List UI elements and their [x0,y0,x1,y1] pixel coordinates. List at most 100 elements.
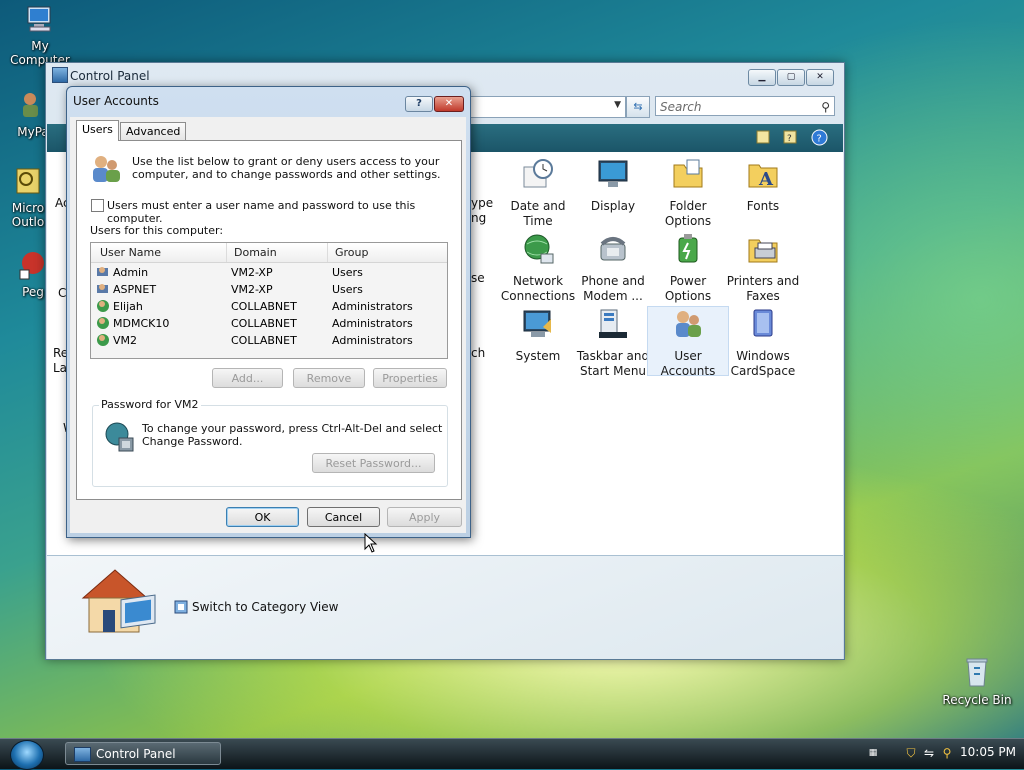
cp-item-label: Modem ... [583,289,643,303]
users-icon [93,156,120,182]
cp-item-printers-faxes[interactable]: Printers and Faxes [723,232,803,304]
svg-text:A: A [758,169,774,190]
cp-item-phone-modem[interactable]: Phone and Modem ... [573,232,653,304]
desktop-icon-outlook[interactable]: Micro Outlo [8,166,48,229]
table-row[interactable]: VM2 COLLABNET Administrators [91,332,447,349]
table-row[interactable]: MDMCK10 COLLABNET Administrators [91,315,447,332]
cp-item-date-time[interactable]: Date and Time [498,157,578,229]
domain-user-icon [97,334,109,346]
cp-item-display[interactable]: Display [573,157,653,214]
list-header: User Name Domain Group [91,243,447,263]
cp-item-folder-options[interactable]: Folder Options [648,157,728,229]
keyboard-icon[interactable]: ▦ [866,746,880,760]
column-header-user-name[interactable]: User Name [100,246,161,259]
cp-item-label: Printers and [726,274,800,288]
recycle-bin-icon [966,658,988,687]
user-name: ASPNET [113,283,157,296]
user-domain: VM2-XP [231,266,273,279]
cp-item-system[interactable]: System [498,307,578,364]
column-header-domain[interactable]: Domain [234,246,277,259]
table-row[interactable]: ASPNET VM2-XP Users [91,281,447,298]
table-row[interactable]: Elijah COLLABNET Administrators [91,298,447,315]
start-button[interactable] [10,740,44,770]
dropdown-arrow-icon[interactable]: ▼ [614,100,621,110]
users-list[interactable]: User Name Domain Group Admin VM2-XP User… [90,242,448,359]
users-tab-panel: Use the list below to grant or deny user… [76,140,462,500]
domain-user-icon [97,300,109,312]
cp-item-label: Options [664,289,712,303]
people-icon [23,93,38,117]
folder-note-icon[interactable] [755,129,771,145]
user-icon [97,284,108,293]
dialog-body: Users Advanced Use the list below to gra… [70,117,466,533]
cp-item-label: Network [512,274,564,288]
close-window-button[interactable]: ✕ [806,69,834,86]
cp-item-power-options[interactable]: Power Options [648,232,728,304]
desktop-icon-peg[interactable]: Peg [18,250,48,299]
add-button[interactable]: Add... [212,368,283,388]
house-icon [81,569,156,633]
taskbar-item-label: Control Panel [96,747,176,761]
password-instructions: To change your password, press Ctrl-Alt-… [142,422,443,435]
security-shield-icon[interactable]: ⛉ [904,746,918,760]
partial-label: ng [471,211,487,225]
network-icon[interactable]: ⇋ [922,746,936,760]
password-group-label: Password for VM2 [99,398,201,411]
must-enter-password-checkbox[interactable] [91,199,104,212]
minimize-button[interactable]: ▁ [748,69,776,86]
remove-button[interactable]: Remove [293,368,365,388]
switch-view-icon[interactable] [174,600,188,614]
reset-password-button[interactable]: Reset Password... [312,453,435,473]
refresh-button[interactable]: ⇆ [626,96,650,118]
desktop-icon-label: Recycle Bin [942,693,1012,707]
outlook-icon [16,168,40,194]
intro-text: Use the list below to grant or deny user… [132,155,440,168]
desktop-icon-label: Peg [22,285,44,299]
address-bar[interactable]: ▼ [468,96,626,118]
help-topics-icon[interactable]: ? [782,129,798,145]
password-instructions: Change Password. [142,435,243,448]
properties-button[interactable]: Properties [373,368,447,388]
tab-advanced[interactable]: Advanced [120,122,187,141]
user-group: Administrators [332,317,413,330]
user-domain: COLLABNET [231,334,297,347]
cp-item-label: Faxes [746,289,780,303]
details-pane: Switch to Category View [47,555,843,659]
user-name: Elijah [113,300,143,313]
cancel-button[interactable]: Cancel [307,507,380,527]
cp-item-taskbar-start-menu[interactable]: Taskbar and Start Menu [573,307,653,379]
maximize-button[interactable]: ▢ [777,69,805,86]
search-placeholder: Search [660,100,702,114]
cp-item-network-connections[interactable]: Network Connections [498,232,578,304]
svg-text:?: ? [817,134,822,145]
tab-users[interactable]: Users [76,120,119,141]
ok-button[interactable]: OK [226,507,299,527]
desktop-icon-my-computer[interactable]: My Computer [0,4,80,67]
user-accounts-dialog[interactable]: User Accounts ? ✕ Users Advanced Use the… [66,86,471,538]
domain-user-icon [97,317,109,329]
close-button[interactable]: ✕ [434,96,464,112]
apply-button[interactable]: Apply [387,507,462,527]
network-globe-icon [524,234,554,264]
user-name: Admin [113,266,149,279]
clock[interactable]: 10:05 PM [960,745,1016,759]
volume-icon[interactable]: ⚲ [940,746,954,760]
column-header-group[interactable]: Group [335,246,369,259]
svg-text:?: ? [787,134,792,144]
search-icon[interactable]: ⚲ [821,97,830,117]
power-icon [678,234,698,263]
cp-item-label: Date and [510,199,566,213]
help-button[interactable]: ? [405,96,433,112]
help-icon[interactable]: ? [811,129,828,146]
fonts-folder-icon: A [748,164,778,190]
table-row[interactable]: Admin VM2-XP Users [91,264,447,281]
user-group: Users [332,283,363,296]
desktop-icon-recycle-bin[interactable]: Recycle Bin [940,656,1014,707]
switch-to-category-view-link[interactable]: Switch to Category View [192,600,338,614]
user-group: Administrators [332,300,413,313]
search-input[interactable]: Search ⚲ [655,96,835,116]
taskbar-item-control-panel[interactable]: Control Panel [65,742,221,765]
cp-item-fonts[interactable]: A Fonts [723,157,803,214]
cp-item-user-accounts[interactable]: User Accounts [647,306,729,378]
cp-item-windows-cardspace[interactable]: Windows CardSpace [723,307,803,379]
